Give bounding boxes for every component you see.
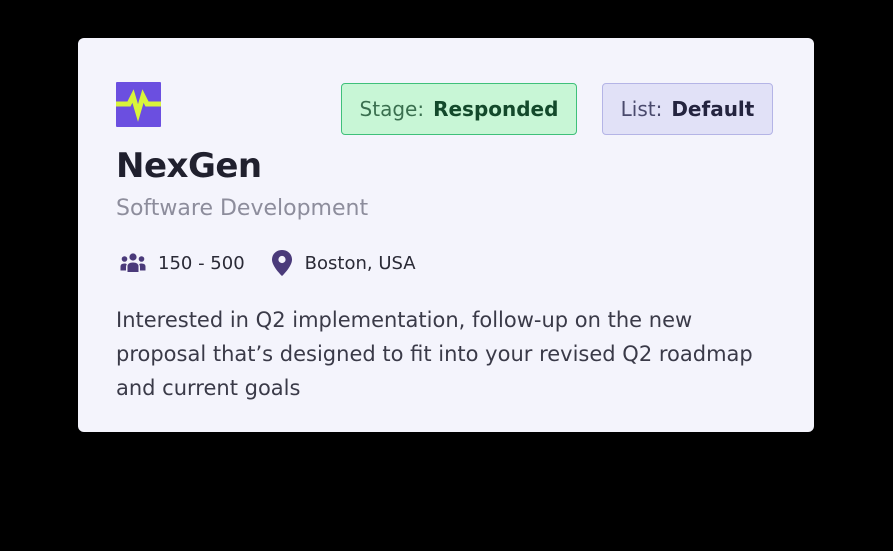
stage-label: Stage: <box>359 97 425 121</box>
company-logo-icon <box>116 82 161 127</box>
employee-range: 150 - 500 <box>158 252 245 274</box>
company-description: Interested in Q2 implementation, follow-… <box>116 308 753 400</box>
company-card[interactable]: Stage: Responded List: Default NexGen So… <box>78 38 814 432</box>
list-badge[interactable]: List: Default <box>602 83 773 135</box>
company-location: Boston, USA <box>304 252 416 274</box>
list-value: Default <box>671 97 755 121</box>
stage-badge[interactable]: Stage: Responded <box>341 83 577 135</box>
map-pin-icon <box>271 249 293 277</box>
people-group-icon <box>120 252 146 274</box>
list-label: List: <box>620 97 663 121</box>
stage-value: Responded <box>433 97 559 121</box>
company-name: NexGen <box>116 146 262 186</box>
company-industry: Software Development <box>116 196 369 221</box>
company-meta: 150 - 500 Boston, USA <box>120 248 416 278</box>
